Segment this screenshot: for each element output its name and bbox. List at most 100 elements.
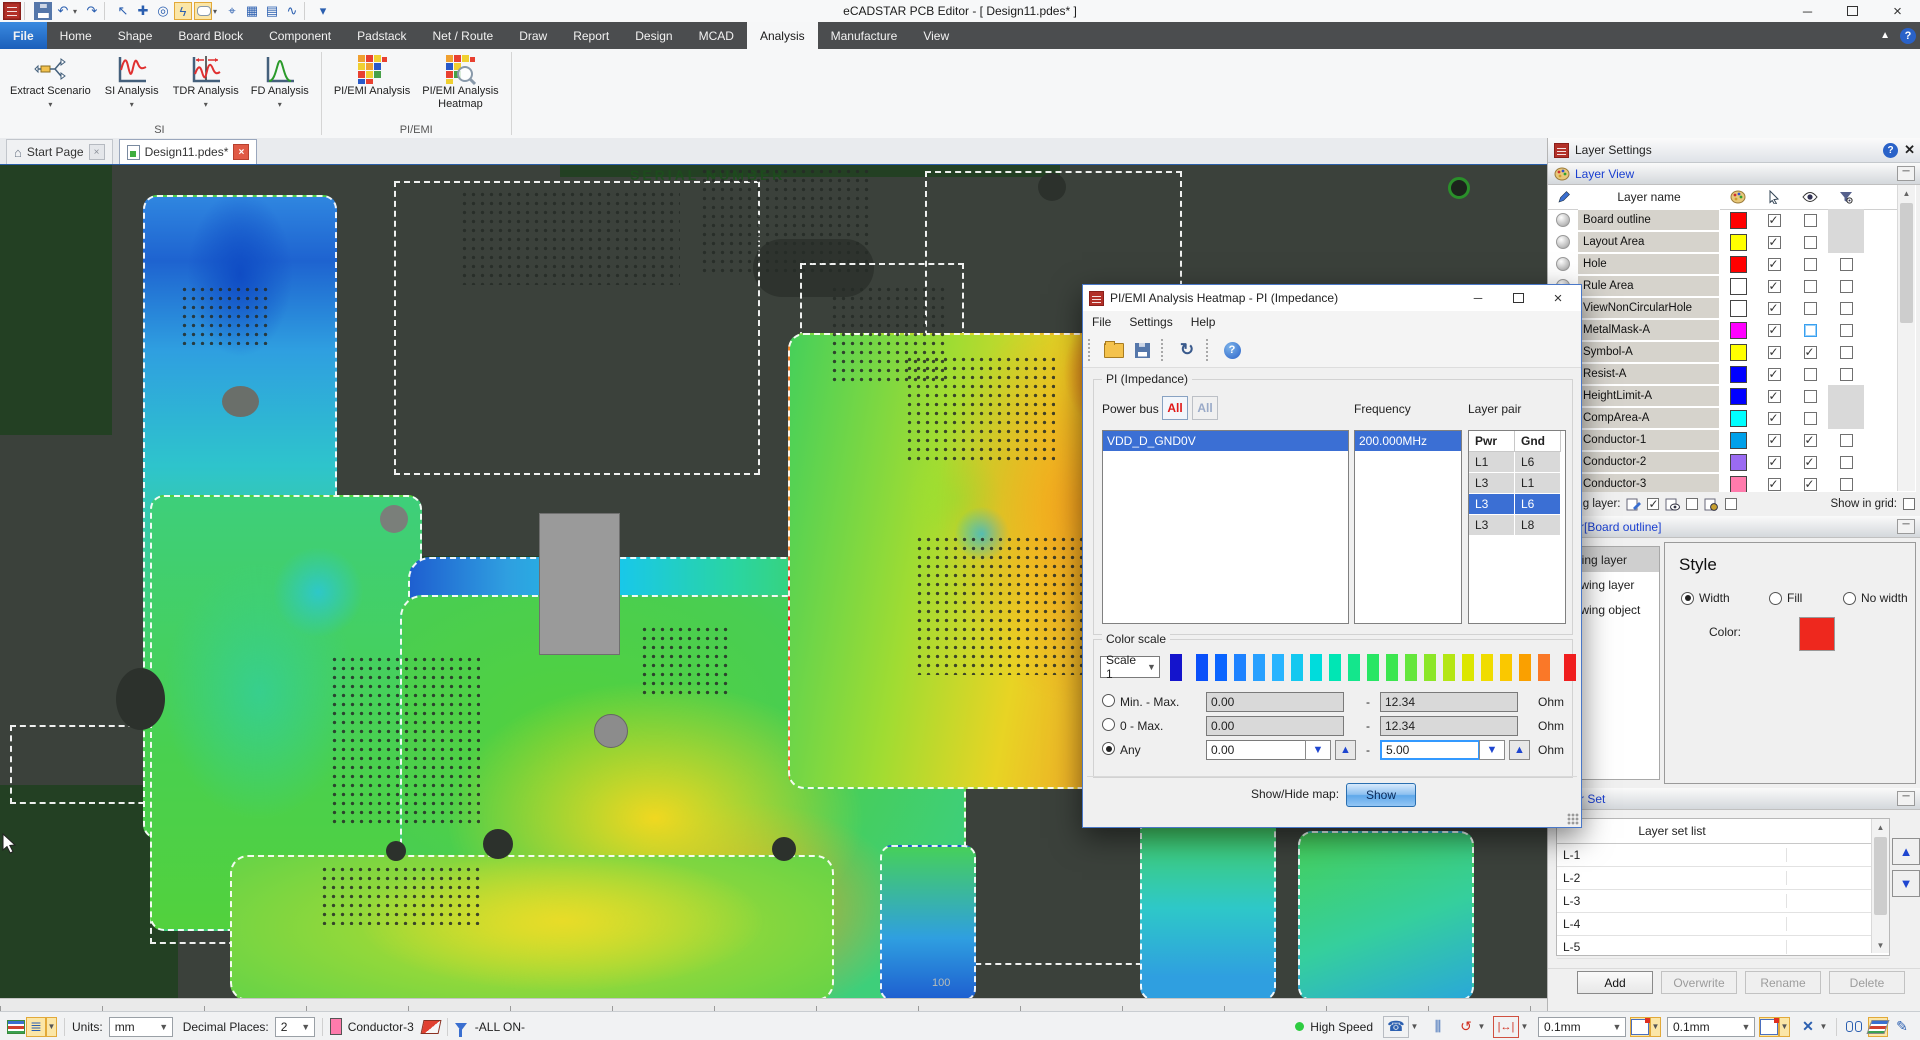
dialog-menu-file[interactable]: File <box>1083 315 1120 329</box>
layer-filter-checkbox[interactable] <box>1840 346 1853 359</box>
frequency-list[interactable]: 200.000MHz <box>1354 430 1462 624</box>
layer-view-checkbox[interactable] <box>1804 434 1817 447</box>
ribbon-button-pi-emi-analysis-heatmap[interactable]: PI/EMI Analysis Heatmap <box>416 51 504 121</box>
layer-row-heightlimit-a[interactable]: HeightLimit-A <box>1548 385 1898 407</box>
phone-probe-icon[interactable]: ☎ <box>1383 1016 1409 1038</box>
filter-funnel-icon[interactable] <box>455 1023 467 1031</box>
layer-row-metalmask-a[interactable]: MetalMask-A <box>1548 319 1898 341</box>
show-in-grid-checkbox[interactable] <box>1903 498 1915 510</box>
menu-tab-report[interactable]: Report <box>560 22 622 49</box>
scroll-up-icon[interactable]: ▲ <box>1898 185 1915 201</box>
move-mode-icon[interactable]: ✕ <box>1798 1017 1818 1037</box>
collapse-section-icon[interactable]: ─ <box>1897 166 1915 181</box>
active-layer-name[interactable]: Conductor-3 <box>348 1020 414 1034</box>
radio-fill[interactable]: Fill <box>1769 591 1802 605</box>
frequency-item[interactable]: 200.000MHz <box>1355 431 1461 451</box>
layer-select-checkbox[interactable] <box>1768 214 1781 227</box>
fit-view-icon[interactable]: ✚ <box>134 2 152 20</box>
radio-width[interactable]: Width <box>1681 591 1730 605</box>
close-icon[interactable]: × <box>1875 0 1920 22</box>
select-filter-icon[interactable]: ↖ <box>114 2 132 20</box>
layer-view-checkbox[interactable] <box>1804 390 1817 403</box>
menu-tab-analysis[interactable]: Analysis <box>747 22 818 49</box>
dropdown-icon[interactable]: ▾ <box>130 100 134 109</box>
image-export-icon[interactable]: ▦ <box>243 2 261 20</box>
layer-color-swatch[interactable] <box>1730 410 1747 427</box>
layer-filter-checkbox[interactable] <box>1840 302 1853 315</box>
add-button[interactable]: Add <box>1577 971 1653 994</box>
menu-tab-shape[interactable]: Shape <box>105 22 166 49</box>
menu-tab-mcad[interactable]: MCAD <box>686 22 747 49</box>
move-mode-dropdown[interactable]: ▼ <box>1818 1022 1829 1031</box>
menu-tab-design[interactable]: Design <box>622 22 685 49</box>
layer-filter-checkbox[interactable] <box>1840 434 1853 447</box>
range-radio-any[interactable] <box>1102 742 1115 755</box>
spin-down-icon[interactable]: ▼ <box>1479 740 1505 760</box>
help-icon[interactable]: ? <box>1221 340 1243 360</box>
layer-color-swatch[interactable] <box>1730 476 1747 493</box>
menu-tab-draw[interactable]: Draw <box>506 22 560 49</box>
grid-dropdown-1[interactable]: ▼ <box>1650 1017 1661 1037</box>
layer-row-layout-area[interactable]: Layout Area <box>1548 231 1898 253</box>
radio-icon[interactable] <box>1681 592 1694 605</box>
radio-icon[interactable] <box>1843 592 1856 605</box>
layer-eraser-icon[interactable] <box>420 1020 441 1034</box>
layer-pair-row[interactable]: L3L6 <box>1469 494 1565 515</box>
layer-select-checkbox[interactable] <box>1768 280 1781 293</box>
layer-stack-icon[interactable] <box>1868 1017 1888 1037</box>
layer-color-swatch[interactable] <box>1730 234 1747 251</box>
layer-row-symbol-a[interactable]: Symbol-A <box>1548 341 1898 363</box>
layer-set-row-l-3[interactable]: L-3 <box>1557 890 1889 913</box>
layer-set-row-l-4[interactable]: L-4 <box>1557 913 1889 936</box>
save-icon[interactable] <box>34 2 52 20</box>
layer-set-row-l-5[interactable]: L-5 <box>1557 936 1889 959</box>
scale-select[interactable]: Scale 1▼ <box>1100 656 1160 678</box>
radio-no-width[interactable]: No width <box>1843 591 1908 605</box>
power-bus-all-off-button[interactable]: All <box>1192 396 1218 420</box>
minimize-icon[interactable]: ─ <box>1785 0 1830 22</box>
collapse-section-icon[interactable]: ─ <box>1897 791 1915 806</box>
collapse-section-icon[interactable]: ─ <box>1897 519 1915 534</box>
layer-filter-checkbox[interactable] <box>1840 478 1853 491</box>
layer-select-checkbox[interactable] <box>1768 324 1781 337</box>
layer-select-checkbox[interactable] <box>1768 390 1781 403</box>
layer-filter-checkbox[interactable] <box>1840 456 1853 469</box>
editing-layer-checkbox-3[interactable] <box>1725 498 1737 510</box>
layer-color-swatch[interactable] <box>1730 278 1747 295</box>
layer-filter-checkbox[interactable] <box>1840 258 1853 271</box>
scroll-down-icon[interactable]: ▼ <box>1872 937 1889 953</box>
layer-color-swatch[interactable] <box>1730 322 1747 339</box>
dialog-maximize-icon[interactable] <box>1501 286 1535 310</box>
layer-color-swatch[interactable] <box>1730 344 1747 361</box>
layer-view-checkbox[interactable] <box>1804 214 1817 227</box>
report-icon[interactable]: ▤ <box>263 2 281 20</box>
grid-size-select-2[interactable]: 0.1mm▼ <box>1667 1017 1755 1037</box>
layer-select-checkbox[interactable] <box>1768 478 1781 491</box>
panel-help-icon[interactable]: ? <box>1883 143 1898 158</box>
spacing-icon[interactable]: |↔| <box>1493 1016 1519 1038</box>
ribbon-button-si-analysis[interactable]: SI Analysis▾ <box>97 51 167 121</box>
search-binoculars-icon[interactable] <box>1844 1017 1864 1037</box>
layer-row-viewnoncircularhole[interactable]: ViewNonCircularHole <box>1548 297 1898 319</box>
layer-filter-checkbox[interactable] <box>1840 368 1853 381</box>
undo-dropdown[interactable]: ▾ <box>73 7 82 16</box>
spin-up-icon[interactable]: ▲ <box>1509 740 1530 760</box>
layer-radio-icon[interactable] <box>1556 213 1570 227</box>
layer-color-swatch[interactable] <box>1730 454 1747 471</box>
layer-view-checkbox[interactable] <box>1804 324 1817 337</box>
annotate-icon[interactable]: ✎ <box>1892 1017 1912 1037</box>
layer-select-checkbox[interactable] <box>1768 412 1781 425</box>
layer-view-checkbox[interactable] <box>1804 368 1817 381</box>
ribbon-button-fd-analysis[interactable]: FD Analysis▾ <box>245 51 315 121</box>
layer-color-swatch[interactable] <box>1730 212 1747 229</box>
layer-set-row-l-2[interactable]: L-2 <box>1557 867 1889 890</box>
close-tab-icon[interactable]: × <box>233 144 249 160</box>
layer-select-checkbox[interactable] <box>1768 346 1781 359</box>
menu-tab-manufacture[interactable]: Manufacture <box>818 22 911 49</box>
scroll-thumb[interactable] <box>1874 837 1887 915</box>
editing-layer-checkbox-2[interactable] <box>1686 498 1698 510</box>
layer-select-checkbox[interactable] <box>1768 434 1781 447</box>
layer-pair-row[interactable]: L1L6 <box>1469 452 1565 473</box>
layer-pair-row[interactable]: L3L1 <box>1469 473 1565 494</box>
layer-view-checkbox[interactable] <box>1804 258 1817 271</box>
